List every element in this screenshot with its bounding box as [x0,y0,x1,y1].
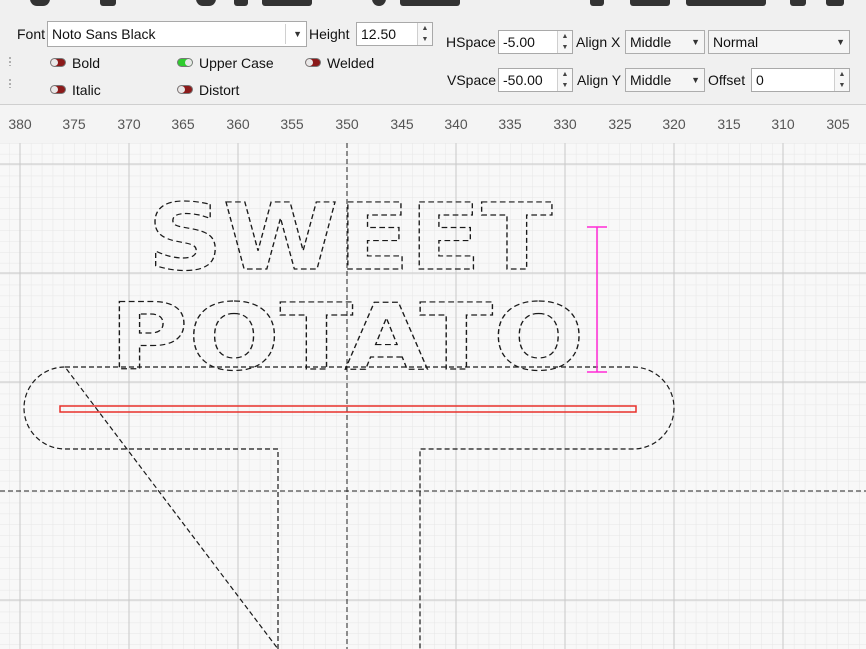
font-select[interactable]: Noto Sans Black ▼ [47,21,307,47]
ruler-tick: 345 [390,116,414,132]
italic-label: Italic [72,82,101,98]
chevron-up-icon[interactable]: ▲ [558,31,572,42]
text-options-toolbar: Font Noto Sans Black ▼ Height 12.50 ▲ ▼ B… [0,14,866,105]
italic-toggle[interactable] [50,85,66,94]
ruler-tick: 305 [826,116,850,132]
ruler-tick: 375 [62,116,86,132]
tool-icons-row [0,0,866,14]
ruler-tick: 365 [171,116,195,132]
text-line-potato[interactable]: POTATO [109,283,585,391]
font-value: Noto Sans Black [52,26,156,42]
hspace-input[interactable]: -5.00 ▲ ▼ [498,30,573,54]
print-icon[interactable] [826,0,844,6]
welded-toggle[interactable] [305,58,321,67]
play-icon[interactable] [234,0,248,6]
height-value: 12.50 [361,26,397,42]
hspace-label: HSpace [446,34,496,50]
measure-icon[interactable] [262,0,312,6]
ruler-tick: 315 [717,116,741,132]
hspace-value: -5.00 [503,34,535,50]
bold-toggle[interactable] [50,58,66,67]
alignx-value: Middle [630,34,672,50]
chevron-down-icon: ▼ [836,37,845,47]
chevron-up-icon[interactable]: ▲ [835,69,849,80]
uppercase-toggle[interactable] [177,58,193,67]
ruler-tick: 380 [8,116,32,132]
welded-label: Welded [327,55,375,71]
mode-value: Normal [713,34,759,50]
layers-icon[interactable] [630,0,670,6]
offset-value: 0 [756,72,764,88]
ruler-tick: 370 [117,116,141,132]
chevron-down-icon[interactable]: ▼ [418,34,432,45]
separator [285,24,286,44]
hspace-spinner[interactable]: ▲ ▼ [557,31,572,53]
horizontal-ruler: 380 375 370 365 360 355 350 345 340 335 … [0,105,866,143]
offset-label: Offset [708,72,746,88]
chevron-down-icon[interactable]: ▼ [558,42,572,53]
vspace-label: VSpace [447,72,497,88]
tool-icon[interactable] [100,0,116,6]
copy-icon[interactable] [790,0,806,6]
height-input[interactable]: 12.50 ▲ ▼ [356,22,433,46]
chevron-down-icon[interactable]: ▼ [835,80,849,91]
design-canvas[interactable]: SWEET POTATO [0,143,866,649]
target-icon[interactable] [372,0,386,6]
aligny-select[interactable]: Middle ▼ [625,68,705,92]
alignx-label: Align X [576,34,621,50]
chevron-down-icon: ▼ [293,29,302,39]
ruler-tick: 355 [280,116,304,132]
text-line-sweet[interactable]: SWEET [147,183,553,291]
ruler-tick: 360 [226,116,250,132]
vspace-spinner[interactable]: ▲ ▼ [557,69,572,91]
settings-icon[interactable] [30,0,50,6]
grid-icon[interactable] [686,0,766,6]
ruler-tick: 340 [444,116,468,132]
font-label: Font [17,26,46,42]
vspace-input[interactable]: -50.00 ▲ ▼ [498,68,573,92]
chevron-down-icon[interactable]: ▼ [558,80,572,91]
chevron-up-icon[interactable]: ▲ [418,23,432,34]
aligny-label: Align Y [577,72,622,88]
ruler-tick: 325 [608,116,632,132]
mode-select[interactable]: Normal ▼ [708,30,850,54]
distort-label: Distort [199,82,240,98]
aligny-value: Middle [630,72,672,88]
offset-spinner[interactable]: ▲ ▼ [834,69,849,91]
uppercase-label: Upper Case [199,55,274,71]
ruler-tick: 310 [771,116,795,132]
ruler-tick: 330 [553,116,577,132]
toolbar-grip[interactable] [8,56,12,66]
height-spinner[interactable]: ▲ ▼ [417,23,432,45]
chevron-up-icon[interactable]: ▲ [558,69,572,80]
pen-icon[interactable] [590,0,604,6]
offset-input[interactable]: 0 ▲ ▼ [751,68,850,92]
alignx-select[interactable]: Middle ▼ [625,30,705,54]
vspace-value: -50.00 [503,72,543,88]
dotted-icon[interactable] [400,0,460,6]
toolbar-grip[interactable] [8,78,12,88]
cylinder-icon[interactable] [196,0,216,6]
bold-label: Bold [72,55,101,71]
ruler-tick: 320 [662,116,686,132]
ruler-tick: 335 [498,116,522,132]
ruler-tick: 350 [335,116,359,132]
chevron-down-icon: ▼ [691,37,700,47]
height-label: Height [309,26,350,42]
distort-toggle[interactable] [177,85,193,94]
chevron-down-icon: ▼ [691,75,700,85]
